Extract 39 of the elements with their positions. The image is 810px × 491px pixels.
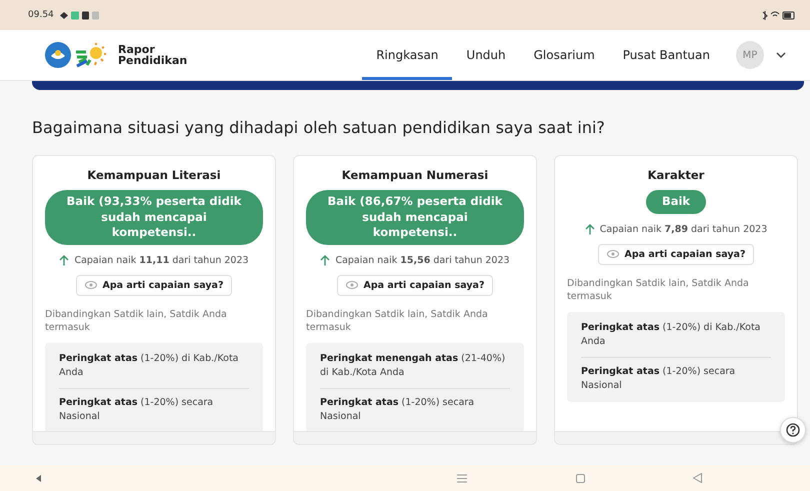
back-triangle-icon[interactable]	[693, 473, 702, 483]
menu-icon[interactable]	[457, 474, 467, 482]
nav-link[interactable]: Unduh	[452, 30, 520, 80]
back-arrow-icon[interactable]	[36, 474, 41, 482]
help-button[interactable]: Apa arti capaian saya?	[336, 274, 494, 296]
help-button[interactable]: Apa arti capaian saya?	[598, 244, 754, 265]
status-badge: Baik	[646, 190, 706, 214]
trend-text: Capaian naik 15,56 dari tahun 2023	[335, 254, 510, 266]
chevron-down-icon[interactable]	[776, 52, 786, 58]
nav-link[interactable]: Glosarium	[520, 30, 609, 80]
logo-text: Rapor Pendidikan	[118, 44, 188, 66]
card-title: Karakter	[648, 168, 704, 182]
section-heading: Bagaimana situasi yang dihadapi oleh satuan pendidikan saya saat ini?	[32, 118, 606, 137]
trend-text: Capaian naik 11,11 dari tahun 2023	[74, 254, 249, 266]
system-status-icons	[762, 10, 796, 20]
comparison-text: Dibandingkan Satdik lain, Satdik Anda termasuk	[45, 308, 228, 336]
comparison-text: Dibandingkan Satdik lain, Satdik Anda termasuk	[567, 276, 750, 304]
arrow-up-icon	[59, 254, 70, 266]
arrow-up-icon	[320, 254, 330, 266]
nav-link[interactable]: Pusat Bantuan	[608, 30, 724, 80]
rank-text: Peringkat atas (1-20%) di Kab./Kota Anda	[59, 352, 240, 380]
eye-icon	[346, 281, 358, 290]
card-title: Kemampuan Literasi	[87, 168, 221, 182]
status-time: 09.54	[28, 10, 54, 20]
help-button[interactable]: Apa arti capaian saya?	[76, 274, 232, 296]
status-badge: Baik (86,67% peserta didik sudah mencapai kompetensi..	[306, 190, 524, 245]
rank-text: Peringkat menengah atas (21-40%) di Kab./Kota Anda	[320, 352, 506, 380]
home-square-icon[interactable]	[576, 474, 585, 482]
status-badge: Baik (93,33% peserta didik sudah mencapai kompetensi..	[45, 190, 263, 245]
eye-icon	[84, 281, 97, 290]
eye-icon	[606, 250, 619, 258]
help-icon[interactable]	[780, 417, 806, 443]
rank-text: Peringkat atas (1-20%) di Kab./Kota Anda	[581, 321, 762, 350]
arrow-up-icon	[584, 224, 595, 235]
card-title: Kemampuan Numerasi	[342, 168, 488, 182]
comparison-text: Dibandingkan Satdik lain, Satdik Anda termasuk	[306, 308, 489, 336]
rank-text: Peringkat atas (1-20%) secara Nasional	[581, 356, 771, 400]
trend-text: Capaian naik 7,89 dari tahun 2023	[600, 224, 768, 235]
notification-icons	[60, 10, 100, 20]
